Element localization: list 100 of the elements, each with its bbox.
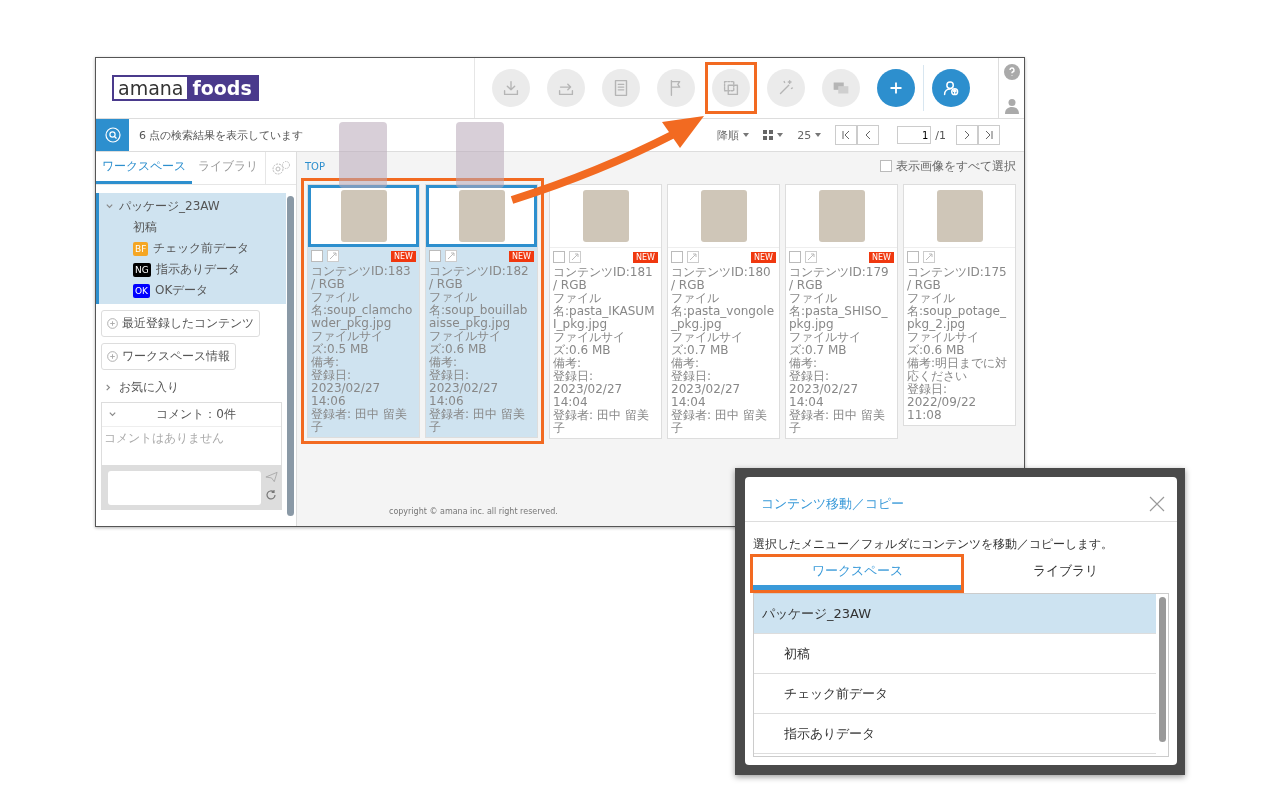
close-icon[interactable] — [1149, 496, 1165, 512]
magic-wand-button[interactable] — [767, 69, 805, 107]
folder-item[interactable]: パッケージ_23AW — [119, 198, 220, 215]
expand-icon[interactable] — [327, 250, 339, 262]
note: 備考: — [789, 357, 819, 370]
previous-page-button[interactable] — [857, 125, 880, 145]
first-page-button[interactable] — [835, 125, 858, 145]
content-id: コンテンツID:181 / RGB — [553, 266, 654, 292]
page-field[interactable]: 1 — [897, 126, 932, 144]
file-size: ファイルサイズ:0.7 MB — [789, 331, 862, 357]
checkbox[interactable] — [429, 250, 441, 262]
content-id: コンテンツID:180 / RGB — [671, 266, 772, 292]
caret-icon — [777, 133, 784, 137]
content-id: コンテンツID:175 / RGB — [907, 266, 1008, 292]
scrollbar[interactable] — [287, 196, 294, 516]
user-upload-button[interactable] — [932, 69, 970, 107]
registered-date: 登録日: 2023/02/27 14:04 — [553, 370, 624, 409]
send-icon[interactable] — [265, 471, 278, 483]
folder-item[interactable]: 指示ありデータ — [155, 261, 240, 278]
folder-row[interactable]: 初稿 — [754, 634, 1156, 674]
product-photo — [936, 190, 983, 242]
next-page-button[interactable] — [956, 125, 978, 145]
checkbox[interactable] — [789, 251, 801, 263]
scrollbar[interactable] — [1159, 597, 1166, 742]
dialog-title: コンテンツ移動／コピー — [761, 495, 904, 513]
registered-date: 登録日: 2023/02/27 14:06 — [311, 369, 382, 408]
flag-button[interactable] — [657, 69, 695, 107]
expand-icon[interactable] — [445, 250, 457, 262]
view-dropdown[interactable] — [763, 130, 784, 140]
chevron-right-icon[interactable] — [104, 383, 113, 392]
sidebar-tab[interactable]: ワークスペース — [96, 152, 192, 184]
sort-dropdown[interactable]: 降順 — [717, 127, 750, 143]
search-icon — [104, 127, 121, 143]
sidebar-button[interactable]: ワークスペース情報 — [101, 343, 236, 370]
expand-icon[interactable] — [687, 251, 699, 263]
expand-icon[interactable] — [569, 251, 581, 263]
product-photo — [700, 190, 747, 242]
checkbox[interactable] — [553, 251, 565, 263]
file-size: ファイルサイズ:0.5 MB — [311, 330, 383, 356]
document-button[interactable] — [602, 69, 640, 107]
expand-icon[interactable] — [923, 251, 935, 263]
breadcrumb-link[interactable]: TOP — [305, 160, 325, 172]
folder-item[interactable]: チェック前データ — [153, 240, 250, 257]
grid-icon — [763, 130, 774, 140]
chevron-down-icon[interactable] — [108, 410, 117, 419]
note: 備考: — [429, 356, 459, 369]
caret-icon — [815, 133, 822, 137]
registered-date: 登録日: 2023/02/27 14:04 — [671, 370, 742, 409]
checkbox[interactable] — [311, 250, 323, 262]
last-page-button[interactable] — [978, 125, 1000, 145]
checkbox[interactable] — [671, 251, 683, 263]
dialog-tab[interactable]: ワークスペース — [753, 557, 961, 590]
file-size: ファイルサイズ:0.7 MB — [671, 331, 744, 357]
product-photo — [818, 190, 865, 242]
expand-icon[interactable] — [805, 251, 817, 263]
folder-row[interactable]: パッケージ_23AW — [754, 594, 1156, 634]
status-badge: OK — [133, 283, 150, 298]
chevron-down-icon[interactable] — [105, 202, 114, 211]
user-icon[interactable] — [1004, 98, 1019, 114]
settings-icon[interactable] — [271, 160, 291, 176]
dragged-photo — [339, 122, 387, 188]
product-photo — [458, 190, 505, 242]
comment-input[interactable] — [108, 471, 261, 505]
file-name: ファイル名:soup_potage_pkg_2.jpg — [907, 292, 1007, 331]
move-button[interactable] — [547, 69, 585, 107]
content-card[interactable]: NEW コンテンツID:182 / RGB ファイル名:soup_bouillabaisse_pkg.jpg ファイルサイズ:0.6 MB 備考: 登録日: 2023/02/27 14:06 登録者: 田中 留美子 — [425, 184, 538, 438]
sidebar-button[interactable]: 最近登録したコンテンツ — [101, 310, 260, 337]
content-card[interactable]: NEW コンテンツID:181 / RGB ファイル名:pasta_IKASUMI_pkg.jpg ファイルサイズ:0.6 MB 備考: 登録日: 2023/02/27 14:04 登録者: 田中 留美子 — [549, 184, 662, 439]
folder-row[interactable]: チェック前データ — [754, 674, 1156, 714]
content-card[interactable]: NEW コンテンツID:183 / RGB ファイル名:soup_clamchowder_pkg.jpg ファイルサイズ:0.5 MB 備考: 登録日: 2023/02/27 14:06 登録者: 田中 留美子 — [307, 184, 420, 438]
new-badge: NEW — [391, 250, 416, 262]
checkbox[interactable] — [907, 251, 919, 263]
file-name: ファイル名:pasta_IKASUMI_pkg.jpg — [553, 292, 656, 331]
per-page-dropdown[interactable]: 25 — [797, 128, 822, 142]
caret-icon — [743, 133, 750, 137]
content-card[interactable]: NEW コンテンツID:179 / RGB ファイル名:pasta_SHISO_pkg.jpg ファイルサイズ:0.7 MB 備考: 登録日: 2023/02/27 14:04 登録者: 田中 留美子 — [785, 184, 898, 439]
result-count-text: 6 点の検索結果を表示しています — [139, 127, 304, 143]
checkbox[interactable] — [880, 160, 892, 172]
first-page-icon — [841, 130, 852, 140]
comment-header: コメント：0件 — [156, 406, 236, 423]
add-button[interactable] — [877, 69, 915, 107]
help-icon[interactable] — [1003, 64, 1020, 80]
content-card[interactable]: NEW コンテンツID:180 / RGB ファイル名:pasta_vongole_pkg.jpg ファイルサイズ:0.7 MB 備考: 登録日: 2023/02/27 14:04 登録者: 田中 留美子 — [667, 184, 780, 439]
content-id: コンテンツID:182 / RGB — [429, 265, 530, 291]
content-id: コンテンツID:179 / RGB — [789, 266, 890, 292]
dialog-tab[interactable]: ライブラリ — [961, 557, 1169, 590]
copy-button[interactable] — [712, 69, 750, 107]
refresh-icon[interactable] — [265, 489, 277, 501]
select-all-label[interactable]: 表示画像をすべて選択 — [896, 157, 1016, 175]
monitors-button[interactable] — [822, 69, 860, 107]
download-button[interactable] — [492, 69, 530, 107]
folder-item[interactable]: OKデータ — [155, 282, 209, 299]
product-photo — [582, 190, 629, 242]
search-button[interactable] — [96, 119, 129, 151]
folder-item[interactable]: 初稿 — [133, 219, 157, 236]
favorites-item[interactable]: お気に入り — [119, 379, 179, 396]
status-badge: BF — [133, 241, 149, 256]
folder-row[interactable]: 指示ありデータ — [754, 714, 1156, 754]
content-card[interactable]: コンテンツID:175 / RGB ファイル名:soup_potage_pkg_2.jpg ファイルサイズ:0.6 MB 備考:明日までに対応ください 登録日: 2022/09/22 11:08 — [903, 184, 1016, 426]
last-page-icon — [984, 130, 994, 140]
